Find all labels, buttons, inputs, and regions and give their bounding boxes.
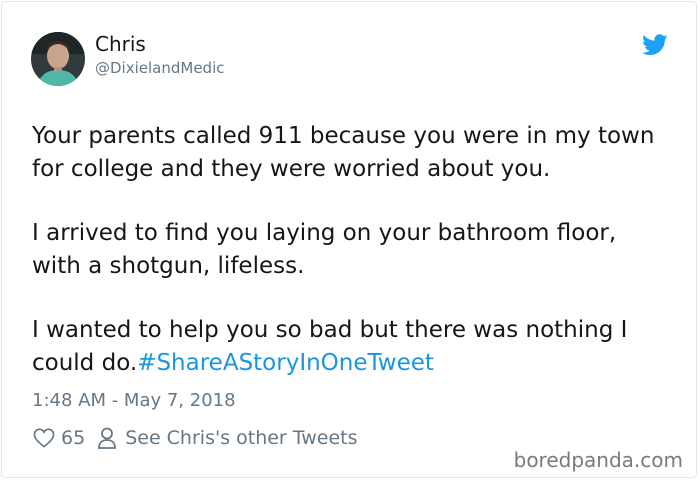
- tweet-timestamp[interactable]: 1:48 AM - May 7, 2018: [32, 389, 236, 413]
- author-name[interactable]: Chris: [95, 32, 146, 56]
- like-count[interactable]: 65: [61, 427, 85, 449]
- tweet-actions: 65 See Chris's other Tweets: [33, 425, 358, 451]
- hashtag-link[interactable]: #ShareAStoryInOneTweet: [137, 350, 434, 376]
- tweet-paragraph: I wanted to help you so bad but there wa…: [32, 314, 672, 379]
- person-icon[interactable]: [97, 427, 117, 449]
- tweet-paragraph: Your parents called 911 because you were…: [32, 123, 655, 182]
- tweet-text: Your parents called 911 because you were…: [32, 120, 672, 379]
- heart-icon[interactable]: [33, 428, 55, 448]
- avatar-photo: [31, 32, 85, 86]
- watermark: boredpanda.com: [513, 448, 683, 472]
- author-handle[interactable]: @DixielandMedic: [95, 58, 225, 78]
- tweet-paragraph: I arrived to find you laying on your bat…: [32, 220, 617, 279]
- twitter-bird-icon[interactable]: [642, 34, 668, 56]
- avatar[interactable]: [31, 32, 85, 86]
- other-tweets-link[interactable]: See Chris's other Tweets: [125, 427, 357, 449]
